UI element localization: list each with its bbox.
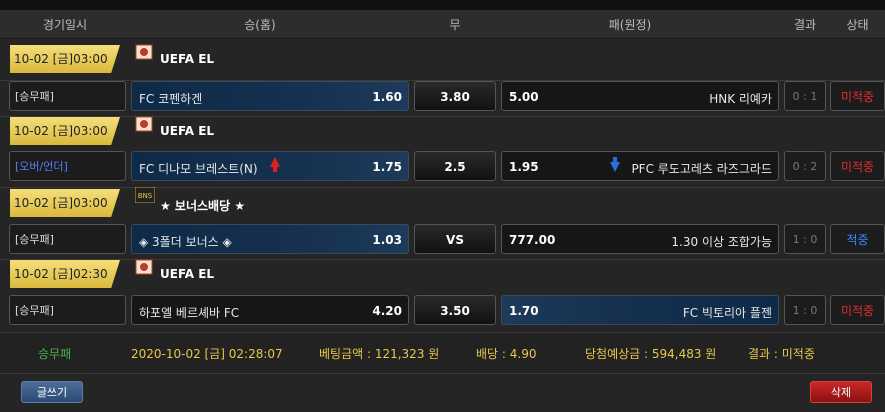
uefa-icon [135,259,153,275]
bet-type: [승무패] [9,295,126,325]
home-bet-button[interactable]: ◈ 3폴더 보너스 ◈ 1.03 [131,224,409,254]
status-badge: 미적중 [830,151,885,181]
header-away: 패(원정) [608,18,652,32]
write-button[interactable]: 글쓰기 [21,381,83,403]
home-team: 하포엘 베르셰바 FC [139,306,240,320]
svg-text:BNS: BNS [138,192,153,200]
summary-type: 승무패 [38,347,72,361]
league-name: UEFA EL [160,267,215,281]
delete-button[interactable]: 삭제 [810,381,872,403]
arrow-down-icon [610,157,620,172]
match-date: 10-02 [금]03:00 [10,189,120,217]
match-result: 1 : 0 [784,295,826,325]
top-strip [0,0,885,10]
status-badge: 미적중 [830,81,885,111]
summary-bet-amount: 베팅금액 : 121,323 원 [319,347,440,361]
summary-datetime: 2020-10-02 [금] 02:28:07 [131,347,283,361]
summary-expected-win: 당첨예상금 : 594,483 원 [585,347,717,361]
row-divider [0,187,885,188]
away-odds: 1.70 [509,304,539,318]
home-team: ◈ 3폴더 보너스 ◈ [139,235,232,249]
away-bet-button[interactable]: 1.70 FC 빅토리아 플젠 [501,295,779,325]
away-odds: 5.00 [509,90,539,104]
home-odds: 1.03 [372,233,402,247]
match-result: 0 : 1 [784,81,826,111]
away-bet-button[interactable]: 777.00 1.30 이상 조합가능 [501,224,779,254]
away-bet-button[interactable]: 1.95 PFC 루도고레츠 라즈그라드 [501,151,779,181]
match-result: 0 : 2 [784,151,826,181]
home-bet-button[interactable]: FC 디나모 브레스트(N) 1.75 [131,151,409,181]
draw-bet-button[interactable]: 3.80 [414,81,496,111]
header-result: 결과 [793,18,817,32]
home-bet-button[interactable]: FC 코펜하겐 1.60 [131,81,409,111]
draw-bet-button[interactable]: 2.5 [414,151,496,181]
arrow-up-icon [270,157,280,172]
home-odds: 1.60 [372,90,402,104]
home-odds: 1.75 [372,160,402,174]
league-name: UEFA EL [160,52,215,66]
summary-result: 결과 : 미적중 [748,347,815,361]
bet-summary: 승무패 2020-10-02 [금] 02:28:07 베팅금액 : 121,3… [0,332,885,374]
status-badge: 적중 [830,224,885,254]
match-date: 10-02 [금]03:00 [10,45,120,73]
bet-type: [승무패] [9,224,126,254]
home-odds: 4.20 [372,304,402,318]
summary-multiplier: 배당 : 4.90 [476,347,537,361]
draw-bet-button[interactable]: 3.50 [414,295,496,325]
league-name: ★ 보너스배당 ★ [160,199,246,213]
bet-type: [승무패] [9,81,126,111]
header-draw: 무 [449,18,461,32]
status-badge: 미적중 [830,295,885,325]
away-odds: 1.95 [509,160,539,174]
row-divider [0,259,885,260]
match-result: 1 : 0 [784,224,826,254]
draw-bet-button[interactable]: VS [414,224,496,254]
away-team: PFC 루도고레츠 라즈그라드 [631,162,772,176]
away-team: 1.30 이상 조합가능 [671,235,772,249]
home-team: FC 디나모 브레스트(N) [139,162,258,176]
league-name: UEFA EL [160,124,215,138]
uefa-icon [135,44,153,60]
row-divider [0,116,885,117]
match-date: 10-02 [금]02:30 [10,260,120,288]
header-date: 경기일시 [42,18,88,32]
away-odds: 777.00 [509,233,556,247]
home-team: FC 코펜하겐 [139,92,203,106]
header-status: 상태 [846,18,869,32]
away-team: HNK 리예카 [709,92,772,106]
table-header: 경기일시 승(홈) 무 패(원정) 결과 상태 [0,10,885,39]
header-home: 승(홈) [244,18,276,32]
away-team: FC 빅토리아 플젠 [682,306,772,320]
bet-type: [오버/언더] [9,151,126,181]
match-date: 10-02 [금]03:00 [10,117,120,145]
bonus-icon: BNS [134,186,156,204]
away-bet-button[interactable]: 5.00 HNK 리예카 [501,81,779,111]
uefa-icon [135,116,153,132]
home-bet-button[interactable]: 하포엘 베르셰바 FC 4.20 [131,295,409,325]
